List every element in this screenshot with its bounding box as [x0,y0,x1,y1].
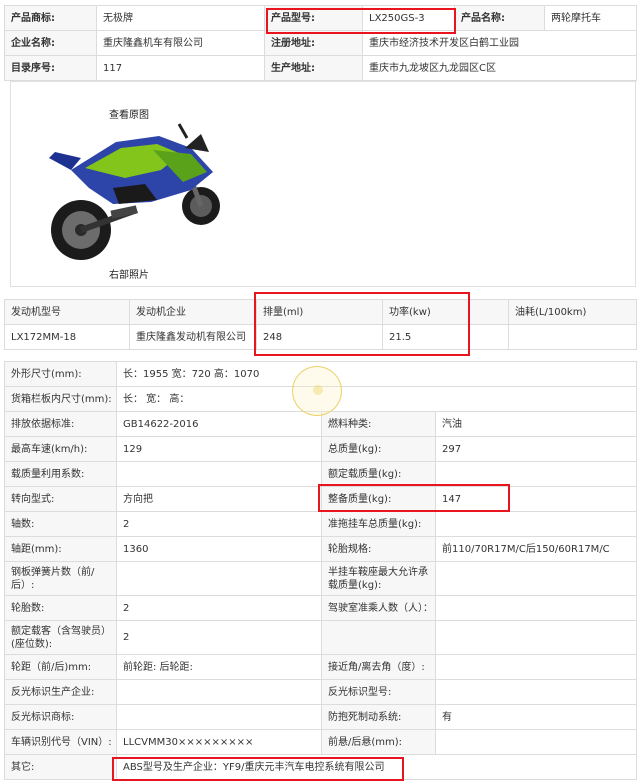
spec-value: 方向把 [116,486,322,512]
spec-label: 整备质量(kg): [321,486,436,512]
cargo-value: 长： 宽： 高： [116,386,637,412]
product-name-label: 产品名称: [454,5,545,31]
product-info-table: 产品商标: 无极牌 产品型号: LX250GS-3 产品名称: 两轮摩托车 企业… [4,5,637,81]
spec-label: 接近角/离去角（度）: [321,654,436,680]
spec-label: 轴距(mm): [4,536,117,562]
catalog-label: 目录序号: [4,55,97,81]
spec-label: 反光标识商标: [4,704,117,730]
spec-label: 额定载客（含驾驶员）(座位数): [4,620,117,655]
spec-label: 前悬/后悬(mm): [321,729,436,755]
spec-value: 前轮距: 后轮距: [116,654,322,680]
spec-value [435,561,637,596]
spec-label: 排放依据标准: [4,411,117,437]
spec-label: 反光标识型号: [321,679,436,705]
spec-label: 防抱死制动系统: [321,704,436,730]
spec-value: 有 [435,704,637,730]
dims-label: 外形尺寸(mm): [4,361,117,387]
spec-label: 额定载质量(kg): [321,461,436,487]
photo-caption: 右部照片 [109,270,149,281]
engine-table: 发动机型号 发动机企业 排量(ml) 功率(kw) 油耗(L/100km) LX… [4,299,637,350]
engine-header-fuel: 油耗(L/100km) [508,299,637,325]
spec-value [435,729,637,755]
prod-address-value: 重庆市九龙坡区九龙园区C区 [362,55,637,81]
spec-value: 2 [116,620,322,655]
spec-label: 钢板弹簧片数（前/后）: [4,561,117,596]
specs-table: 外形尺寸(mm): 长：1955 宽：720 高：1070 货箱栏板内尺寸(mm… [4,361,637,780]
spec-value: 前110/70R17M/C后150/60R17M/C [435,536,637,562]
spec-label: 轮胎数: [4,595,117,621]
spec-value: 297 [435,436,637,462]
spec-label [321,620,436,655]
spec-value: 2 [116,595,322,621]
spec-value [435,595,637,621]
spec-value: 2 [116,511,322,537]
company-label: 企业名称: [4,30,97,56]
dims-value: 长：1955 宽：720 高：1070 [116,361,637,387]
spec-value [116,561,322,596]
engine-header-company: 发动机企业 [129,299,257,325]
spec-value [116,704,322,730]
spec-value [435,461,637,487]
spec-label: 总质量(kg): [321,436,436,462]
spec-label: 准拖挂车总质量(kg): [321,511,436,537]
other-label: 其它: [4,754,117,780]
spec-label: 车辆识别代号（VIN）: [4,729,117,755]
reg-address-value: 重庆市经济技术开发区白鹤工业园 [362,30,637,56]
spec-value: GB14622-2016 [116,411,322,437]
mouse-cursor-indicator [292,366,342,416]
catalog-value: 117 [96,55,265,81]
engine-displacement-value: 248 [256,324,383,350]
model-value: LX250GS-3 [362,5,455,31]
brand-value: 无极牌 [96,5,265,31]
spec-value [116,461,322,487]
spec-label: 轮距（前/后)mm: [4,654,117,680]
engine-power-value: 21.5 [382,324,509,350]
spec-label: 驾驶室准乘人数（人）： [321,595,436,621]
reg-address-label: 注册地址: [264,30,363,56]
spec-label: 反光标识生产企业: [4,679,117,705]
spec-label: 燃料种类: [321,411,436,437]
spec-value [435,654,637,680]
engine-header-displacement: 排量(ml) [256,299,383,325]
engine-fuel-value [508,324,637,350]
model-label: 产品型号: [264,5,363,31]
spec-value: 129 [116,436,322,462]
other-value: ABS型号及生产企业：YF9/重庆元丰汽车电控系统有限公司 [116,754,637,780]
spec-value: 147 [435,486,637,512]
spec-label: 轴数: [4,511,117,537]
spec-value: 1360 [116,536,322,562]
spec-label: 半挂车鞍座最大允许承载质量(kg): [321,561,436,596]
engine-model-value: LX172MM-18 [4,324,130,350]
prod-address-label: 生产地址: [264,55,363,81]
spec-value [435,679,637,705]
motorcycle-photo[interactable] [41,118,241,268]
cargo-label: 货箱栏板内尺寸(mm): [4,386,117,412]
engine-company-value: 重庆隆鑫发动机有限公司 [129,324,257,350]
spec-label: 载质量利用系数: [4,461,117,487]
spec-label: 转向型式: [4,486,117,512]
spec-label: 最高车速(km/h): [4,436,117,462]
brand-label: 产品商标: [4,5,97,31]
company-value: 重庆隆鑫机车有限公司 [96,30,265,56]
spec-value [435,511,637,537]
engine-header-power: 功率(kw) [382,299,509,325]
photo-panel: 查看原图 右部照片 [10,81,636,287]
spec-value [435,620,637,655]
spec-value: LLCVMM30××××××××× [116,729,322,755]
spec-label: 轮胎规格: [321,536,436,562]
product-name-value: 两轮摩托车 [544,5,637,31]
spec-value [116,679,322,705]
spec-value: 汽油 [435,411,637,437]
engine-header-model: 发动机型号 [4,299,130,325]
